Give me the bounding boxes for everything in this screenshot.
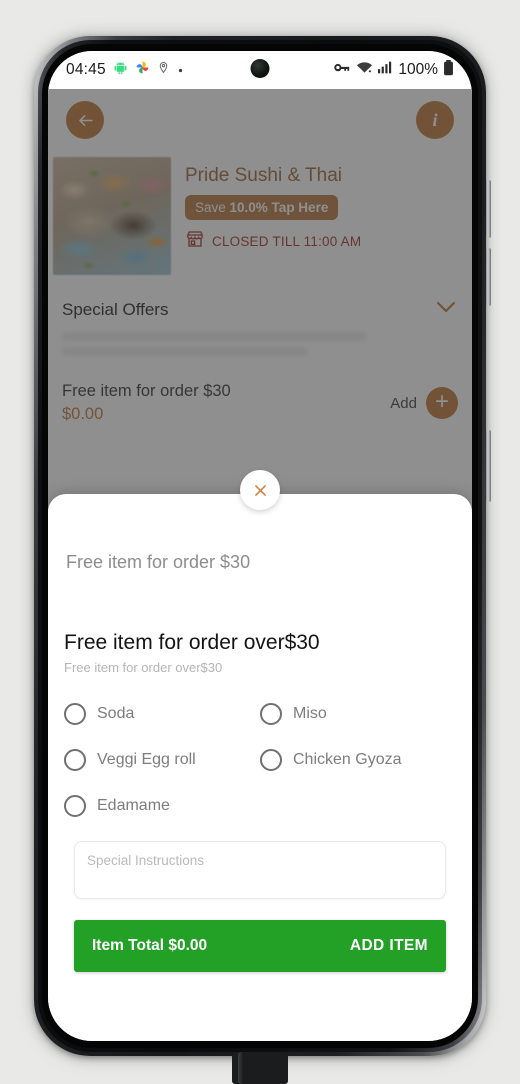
radio-icon[interactable] — [64, 795, 86, 817]
status-time: 04:45 — [66, 61, 106, 78]
cellular-signal-icon — [378, 61, 393, 79]
front-camera-punch-hole — [250, 59, 270, 78]
option-label: Edamame — [97, 797, 170, 814]
option-item-edamame[interactable]: Edamame — [64, 783, 260, 829]
screenshot-stage: 04:45 100% Free item for order $30 Free … — [0, 0, 520, 1084]
close-button[interactable] — [240, 470, 280, 510]
dot-icon — [177, 61, 184, 79]
option-label: Miso — [293, 705, 327, 722]
option-item-soda[interactable]: Soda — [64, 691, 260, 737]
phone-screen: 04:45 100% Free item for order $30 Free … — [48, 51, 472, 1041]
option-list: Soda Miso Veggi Egg roll Chicken Gyoza E… — [64, 691, 456, 829]
power-button[interactable] — [486, 430, 491, 502]
android-robot-icon — [113, 60, 128, 80]
option-item-veggi-egg-roll[interactable]: Veggi Egg roll — [64, 737, 260, 783]
close-icon — [254, 484, 266, 496]
photos-app-icon — [135, 60, 150, 80]
option-label: Chicken Gyoza — [293, 751, 402, 768]
status-bar-left: 04:45 — [66, 60, 184, 80]
add-item-button[interactable]: Item Total $0.00 ADD ITEM — [74, 920, 446, 972]
special-instructions-input[interactable] — [74, 841, 446, 899]
item-title: Free item for order over$30 — [64, 631, 320, 654]
radio-icon[interactable] — [64, 749, 86, 771]
volume-up-button[interactable] — [486, 180, 491, 238]
option-item-miso[interactable]: Miso — [260, 691, 456, 737]
wifi-icon — [356, 61, 373, 80]
item-total-label: Item Total $0.00 — [92, 937, 208, 954]
battery-icon — [443, 59, 454, 81]
location-pin-icon — [157, 61, 170, 79]
battery-percent-label: 100% — [398, 61, 438, 78]
radio-icon[interactable] — [64, 703, 86, 725]
add-item-label: ADD ITEM — [349, 937, 428, 954]
sheet-body: Free item for order over$30 Free item fo… — [48, 573, 472, 1041]
option-label: Soda — [97, 705, 135, 722]
volume-down-button[interactable] — [486, 248, 491, 306]
option-label: Veggi Egg roll — [97, 751, 196, 768]
item-options-sheet: Free item for order $30 Free item for or… — [48, 470, 472, 1041]
option-item-chicken-gyoza[interactable]: Chicken Gyoza — [260, 737, 456, 783]
status-bar-right: 100% — [333, 59, 454, 81]
vpn-key-icon — [333, 61, 351, 79]
phone-stand-highlight — [238, 1052, 244, 1084]
radio-icon[interactable] — [260, 749, 282, 771]
item-description: Free item for order over$30 — [64, 660, 223, 675]
special-instructions-wrap — [64, 829, 456, 904]
app-content: i Pride Sushi & Thai Save 10.0% Tap Here… — [48, 89, 472, 1041]
add-item-wrap: Item Total $0.00 ADD ITEM — [64, 904, 456, 972]
radio-icon[interactable] — [260, 703, 282, 725]
